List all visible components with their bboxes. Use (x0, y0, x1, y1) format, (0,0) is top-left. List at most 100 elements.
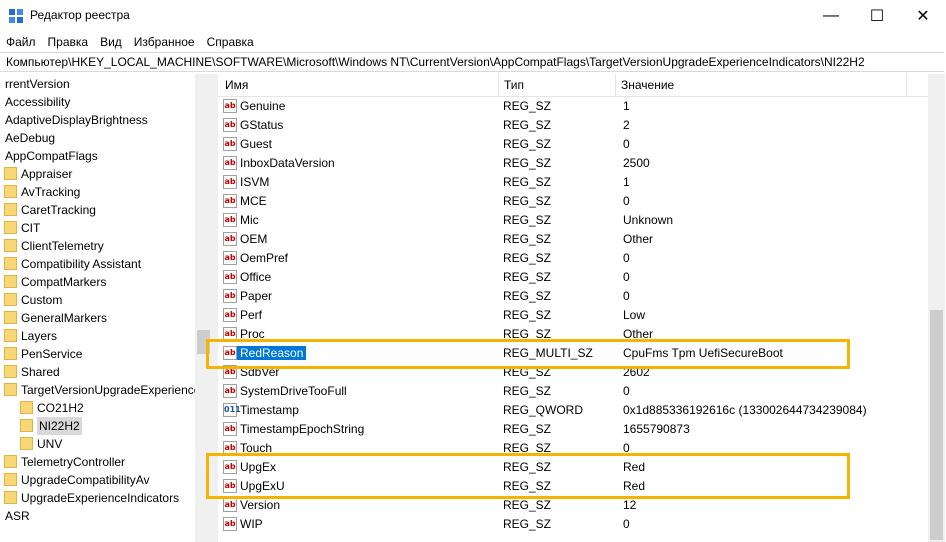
value-data: Unknown (623, 213, 674, 227)
value-name: OemPref (240, 251, 289, 265)
menu-help[interactable]: Справка (201, 32, 260, 52)
value-data: Low (623, 308, 646, 322)
column-type-header[interactable]: Тип (504, 78, 524, 92)
table-row[interactable]: ab Guest REG_SZ 0 (218, 135, 928, 154)
table-row[interactable]: ab GStatus REG_SZ 2 (218, 116, 928, 135)
folder-icon (20, 401, 33, 414)
tree-item-label: TargetVersionUpgradeExperience (21, 383, 201, 397)
folder-icon (4, 473, 17, 486)
folder-icon (4, 239, 17, 252)
folder-icon (4, 365, 17, 378)
minimize-button[interactable]: — (808, 0, 854, 32)
table-row[interactable]: ab Mic REG_SZ Unknown (218, 211, 928, 230)
folder-icon (4, 221, 17, 234)
string-value-icon: ab (223, 232, 237, 246)
tree-item-label: CIT (21, 221, 41, 235)
string-value-icon: ab (223, 517, 237, 531)
value-data: 0 (623, 137, 630, 151)
string-value-icon: ab (223, 137, 237, 151)
value-name: Perf (240, 308, 263, 322)
value-type: REG_SZ (503, 270, 552, 284)
table-row[interactable]: ab SystemDriveTooFull REG_SZ 0 (218, 382, 928, 401)
table-row[interactable]: ab Perf REG_SZ Low (218, 306, 928, 325)
maximize-button[interactable]: ☐ (854, 0, 900, 32)
string-value-icon: ab (223, 194, 237, 208)
value-data: 12 (623, 498, 637, 512)
tree-item[interactable]: CIT (0, 219, 212, 237)
menu-edit[interactable]: Правка (42, 32, 95, 52)
tree-item[interactable]: CO21H2 (0, 399, 212, 417)
tree-item[interactable]: TelemetryController (0, 453, 212, 471)
tree-item[interactable]: AdaptiveDisplayBrightness (0, 111, 212, 129)
value-type: REG_SZ (503, 137, 552, 151)
value-data: 0 (623, 194, 630, 208)
tree-item[interactable]: UpgradeCompatibilityAv (0, 471, 212, 489)
table-row[interactable]: ab TimestampEpochString REG_SZ 1655790873 (218, 420, 928, 439)
menu-favorites[interactable]: Избранное (128, 32, 201, 52)
tree-item[interactable]: Accessibility (0, 93, 212, 111)
table-row[interactable]: ab ISVM REG_SZ 1 (218, 173, 928, 192)
folder-icon (4, 185, 17, 198)
tree-item-label: rrentVersion (5, 77, 70, 91)
table-row[interactable]: ab Office REG_SZ 0 (218, 268, 928, 287)
table-row[interactable]: ab MCE REG_SZ 0 (218, 192, 928, 211)
menu-view[interactable]: Вид (94, 32, 128, 52)
list-scroll-thumb[interactable] (930, 310, 943, 540)
tree-item-label: CaretTracking (21, 203, 96, 217)
table-row[interactable]: ab Genuine REG_SZ 1 (218, 97, 928, 116)
table-row[interactable]: ab InboxDataVersion REG_SZ 2500 (218, 154, 928, 173)
tree-item[interactable]: AvTracking (0, 183, 212, 201)
value-type: REG_SZ (503, 498, 552, 512)
menu-file[interactable]: Файл (0, 32, 42, 52)
table-row[interactable]: ab OEM REG_SZ Other (218, 230, 928, 249)
value-data: 0 (623, 270, 630, 284)
minimize-icon: — (823, 7, 839, 24)
tree-item[interactable]: UpgradeExperienceIndicators (0, 489, 212, 507)
table-row[interactable]: 011 Timestamp REG_QWORD 0x1d885336192616c (… (218, 401, 928, 420)
tree-item[interactable]: CaretTracking (0, 201, 212, 219)
tree-item[interactable]: GeneralMarkers (0, 309, 212, 327)
tree-item[interactable]: AeDebug (0, 129, 212, 147)
value-data: 0x1d885336192616c (133002644734239084) (623, 403, 867, 417)
tree-item[interactable]: Appraiser (0, 165, 212, 183)
tree-item[interactable]: Compatibility Assistant (0, 255, 212, 273)
string-value-icon: ab (223, 270, 237, 284)
table-row[interactable]: ab Paper REG_SZ 0 (218, 287, 928, 306)
column-value-header[interactable]: Значение (621, 78, 674, 92)
column-separator[interactable] (615, 74, 616, 96)
value-type: REG_SZ (503, 213, 552, 227)
tree-item[interactable]: AppCompatFlags (0, 147, 212, 165)
tree-item-label: GeneralMarkers (21, 311, 108, 325)
folder-icon (20, 437, 33, 450)
table-row[interactable]: ab WIP REG_SZ 0 (218, 515, 928, 534)
tree-item[interactable]: ASR (0, 507, 212, 525)
tree-item[interactable]: UNV (0, 435, 212, 453)
column-separator[interactable] (498, 74, 499, 96)
column-separator[interactable] (906, 74, 907, 96)
tree-item-label: Custom (21, 293, 63, 307)
tree-item[interactable]: ClientTelemetry (0, 237, 212, 255)
column-name-header[interactable]: Имя (225, 78, 248, 92)
tree-item[interactable]: Layers (0, 327, 212, 345)
tree-item-label: TelemetryController (21, 455, 126, 469)
tree-item-label: AdaptiveDisplayBrightness (5, 113, 148, 127)
address-bar[interactable]: Компьютер\HKEY_LOCAL_MACHINE\SOFTWARE\Mi… (0, 52, 944, 72)
tree-item[interactable]: Shared (0, 363, 212, 381)
list-header: Имя Тип Значение (218, 74, 928, 97)
folder-icon (4, 329, 17, 342)
value-name: Version (240, 498, 281, 512)
tree-item[interactable]: PenService (0, 345, 212, 363)
folder-icon (4, 293, 17, 306)
close-button[interactable]: ✕ (900, 0, 946, 32)
tree-item[interactable]: TargetVersionUpgradeExperience (0, 381, 212, 399)
tree-item-label: Layers (21, 329, 58, 343)
tree-item[interactable]: NI22H2 (0, 417, 212, 435)
tree-item[interactable]: Custom (0, 291, 212, 309)
tree-item[interactable]: CompatMarkers (0, 273, 212, 291)
table-row[interactable]: ab OemPref REG_SZ 0 (218, 249, 928, 268)
value-name: TimestampEpochString (240, 422, 365, 436)
tree-item[interactable]: rrentVersion (0, 75, 212, 93)
key-tree[interactable]: rrentVersion Accessibility AdaptiveDisplay… (0, 74, 212, 542)
tree-item-label: UNV (37, 437, 63, 451)
value-name: Office (240, 270, 272, 284)
